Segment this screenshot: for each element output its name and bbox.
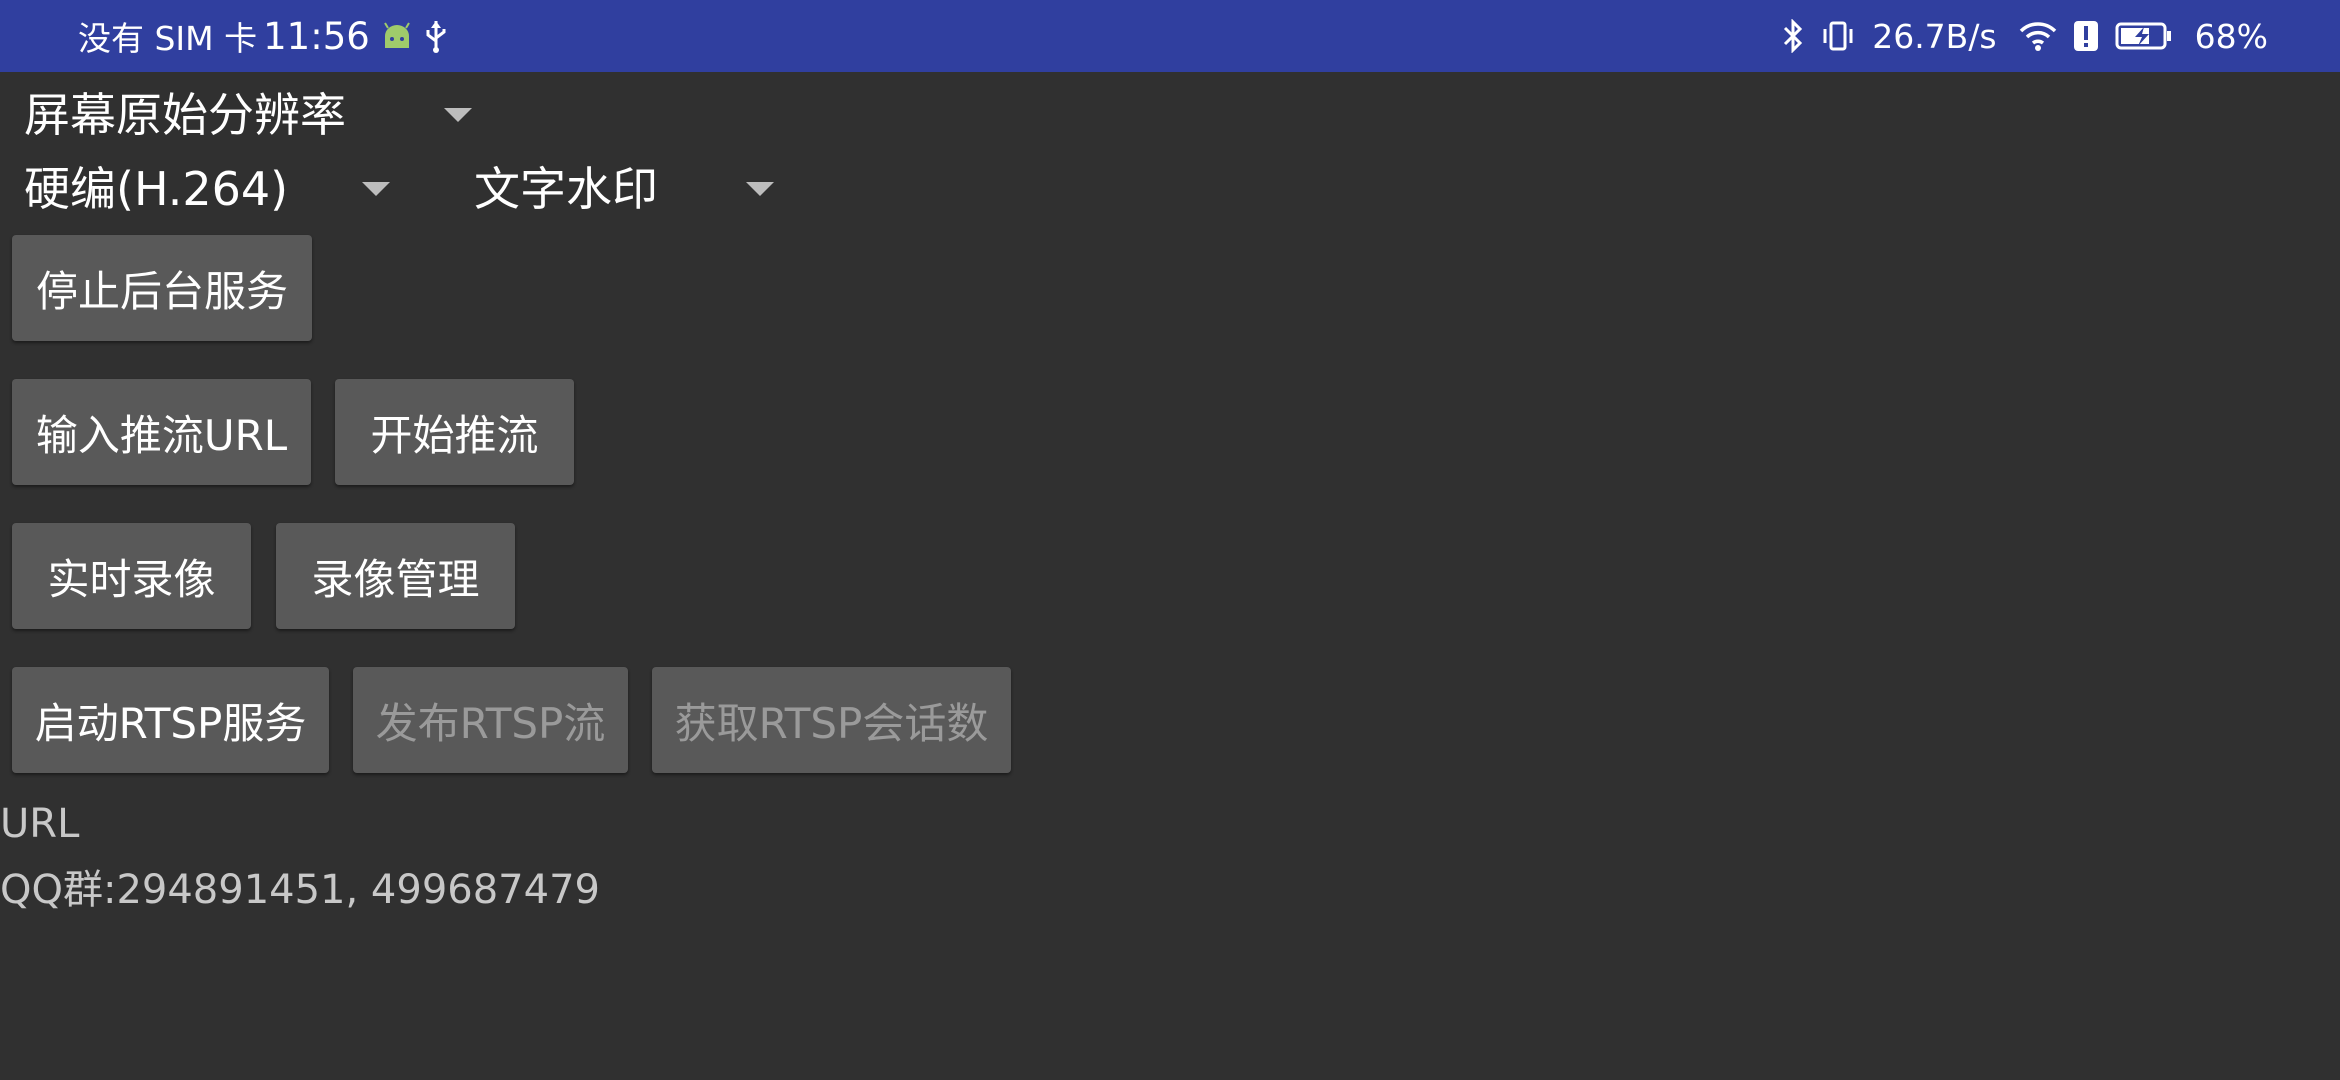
carrier-label: 没有 SIM 卡 xyxy=(78,19,258,58)
publish-rtsp-button[interactable]: 发布RTSP流 xyxy=(353,667,628,773)
encoder-spinner[interactable]: 硬编(H.264) xyxy=(24,152,404,220)
bluetooth-icon xyxy=(1782,19,1804,53)
url-label: URL xyxy=(0,801,80,847)
realtime-record-button[interactable]: 实时录像 xyxy=(12,523,251,629)
status-bar-right: 26.7B/s 68% xyxy=(1782,0,2268,72)
battery-charging-icon xyxy=(2115,21,2173,51)
status-bar: 没有 SIM 卡 11:56 26.7B/s 68% xyxy=(0,0,2340,72)
stop-service-button[interactable]: 停止后台服务 xyxy=(12,235,312,341)
encoder-spinner-label: 硬编(H.264) xyxy=(24,162,289,216)
watermark-spinner[interactable]: 文字水印 xyxy=(474,152,794,220)
chevron-down-icon xyxy=(746,182,774,196)
battery-percentage: 68% xyxy=(2194,16,2268,56)
android-icon xyxy=(382,22,412,50)
record-manage-button[interactable]: 录像管理 xyxy=(276,523,515,629)
resolution-spinner-label: 屏幕原始分辨率 xyxy=(24,88,346,142)
chevron-down-icon xyxy=(362,182,390,196)
vibrate-icon xyxy=(1820,20,1856,52)
wifi-icon xyxy=(2019,21,2057,51)
input-url-button[interactable]: 输入推流URL xyxy=(12,379,311,485)
qq-group-text: QQ群:294891451, 499687479 xyxy=(0,867,600,913)
clock: 11:56 xyxy=(263,14,370,58)
main-content: 屏幕原始分辨率 硬编(H.264) 文字水印 停止后台服务 输入推流URL 开始… xyxy=(0,72,2340,1080)
alert-icon xyxy=(2073,20,2099,52)
get-rtsp-sessions-button[interactable]: 获取RTSP会话数 xyxy=(652,667,1011,773)
resolution-spinner[interactable]: 屏幕原始分辨率 xyxy=(24,78,484,146)
start-push-button[interactable]: 开始推流 xyxy=(335,379,574,485)
status-bar-left: 没有 SIM 卡 11:56 xyxy=(78,0,448,72)
usb-icon xyxy=(424,19,448,53)
network-speed: 26.7B/s xyxy=(1872,16,1997,56)
chevron-down-icon xyxy=(444,108,472,122)
start-rtsp-button[interactable]: 启动RTSP服务 xyxy=(12,667,329,773)
watermark-spinner-label: 文字水印 xyxy=(474,162,658,216)
